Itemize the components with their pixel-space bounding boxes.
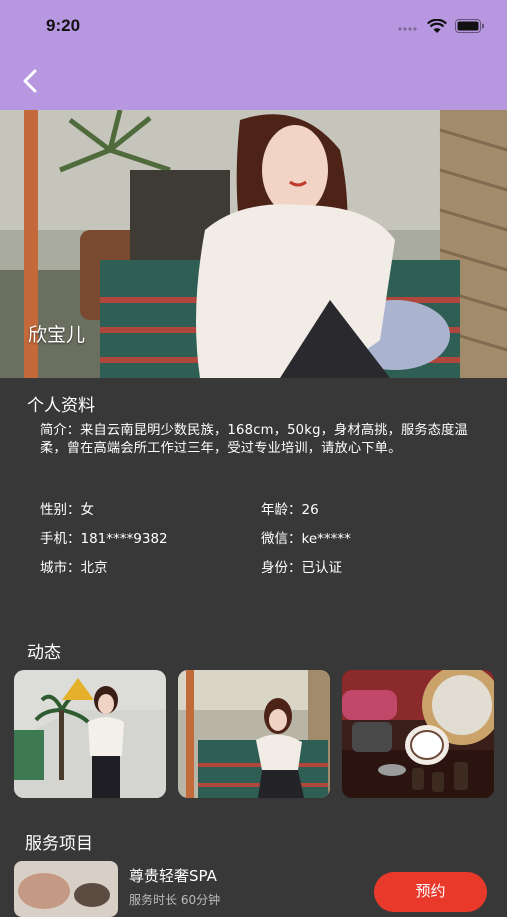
age-field: 年龄：26 — [261, 502, 319, 518]
city-field: 城市：北京 — [40, 560, 108, 576]
book-button[interactable]: 预约 — [374, 872, 487, 912]
status-time: 9:20 — [46, 16, 81, 35]
status-icons — [397, 18, 485, 34]
wechat-field: 微信：ke***** — [261, 531, 351, 547]
moment-photo-3[interactable] — [342, 670, 494, 798]
wifi-icon — [427, 18, 447, 33]
personal-info-title: 个人资料 — [27, 396, 95, 416]
gender-field: 性别：女 — [40, 502, 94, 518]
cellular-signal-icon — [398, 27, 417, 31]
services-title: 服务项目 — [25, 834, 93, 854]
moment-photo-2[interactable] — [178, 670, 330, 798]
moments-title: 动态 — [27, 643, 61, 663]
service-name: 尊贵轻奢SPA — [129, 867, 217, 885]
identity-field: 身份：已认证 — [261, 560, 342, 576]
service-image — [14, 861, 118, 917]
navigation-bar — [0, 54, 507, 110]
status-bar: 9:20 — [0, 0, 507, 54]
moment-photo-1[interactable] — [14, 670, 166, 798]
service-item[interactable]: 尊贵轻奢SPA 服务时长 60分钟 预约 — [14, 859, 494, 917]
profile-intro: 简介：来自云南昆明少数民族，168cm，50kg，身材高挑，服务态度温柔，曾在高… — [40, 423, 468, 456]
profile-name: 欣宝儿 — [28, 324, 86, 346]
battery-icon — [455, 19, 484, 33]
phone-field: 手机：181****9382 — [40, 531, 168, 547]
back-arrow-icon[interactable] — [16, 66, 46, 96]
